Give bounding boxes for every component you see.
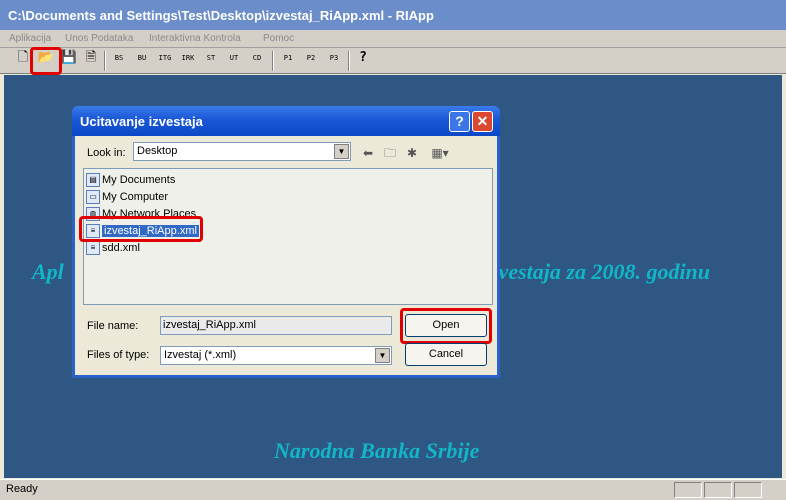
heading-left-fragment: Apl <box>32 259 64 284</box>
view-menu-icon[interactable]: ▦▾ <box>427 144 453 162</box>
menu-unos-podataka[interactable]: Unos Podataka <box>65 33 133 44</box>
status-pane <box>704 482 732 498</box>
my-documents-icon: ▤ <box>86 173 100 187</box>
file-name-text: My Computer <box>102 191 169 203</box>
new-folder-icon[interactable]: ✱ <box>403 144 421 162</box>
list-item[interactable]: ▤ My Documents <box>86 173 175 189</box>
status-text: Ready <box>6 483 38 495</box>
footer-bank-name: Narodna Banka Srbije <box>274 438 480 463</box>
dialog-help-button[interactable]: ? <box>449 111 470 132</box>
status-pane <box>674 482 702 498</box>
files-of-type-value: Izvestaj (*.xml) <box>164 349 237 361</box>
list-item[interactable]: ≡ sdd.xml <box>86 241 140 257</box>
dialog-close-button[interactable]: ✕ <box>472 111 493 132</box>
p1-check-icon[interactable]: P1 <box>279 51 297 71</box>
files-of-type-label: Files of type: <box>87 349 150 361</box>
cd-check-icon[interactable]: CD <box>248 51 266 71</box>
highlight-selected-file <box>79 216 203 242</box>
list-item[interactable]: ▭ My Computer <box>86 190 168 206</box>
save-disk-icon[interactable]: 💾 <box>60 51 78 71</box>
file-name-text: My Documents <box>102 174 176 186</box>
highlight-open-button <box>400 308 492 344</box>
file-name-label: File name: <box>87 320 139 332</box>
menu-pomoc[interactable]: Pomoc <box>263 33 294 44</box>
look-in-combo[interactable]: Desktop ▼ <box>133 142 351 161</box>
irk-check-icon[interactable]: IRK <box>179 51 197 71</box>
bu-check-icon[interactable]: BU <box>133 51 151 71</box>
app-window: C:\Documents and Settings\Test\Desktop\i… <box>0 0 786 500</box>
heading-right-fragment: zvestaja za 2008. godinu <box>490 259 711 284</box>
toolbar: 🗋 📂 💾 🗎 BS BU ITG IRK ST UT CD P1 P2 P3 … <box>0 48 786 74</box>
cancel-button[interactable]: Cancel <box>405 343 487 366</box>
title-bar[interactable]: C:\Documents and Settings\Test\Desktop\i… <box>0 0 786 30</box>
ut-check-icon[interactable]: UT <box>225 51 243 71</box>
window-title: C:\Documents and Settings\Test\Desktop\i… <box>8 8 434 23</box>
toolbar-separator <box>348 51 350 71</box>
bs-check-icon[interactable]: BS <box>110 51 128 71</box>
menu-interaktivna-kontrola[interactable]: Interaktivna Kontrola <box>149 33 241 44</box>
menu-aplikacija[interactable]: Aplikacija <box>9 33 51 44</box>
file-name-text: sdd.xml <box>102 242 140 254</box>
my-computer-icon: ▭ <box>86 190 100 204</box>
file-name-field[interactable]: izvestaj_RiApp.xml <box>160 316 392 335</box>
xml-file-icon: ≡ <box>86 241 100 255</box>
up-folder-icon[interactable]: 🗀 <box>381 144 399 162</box>
look-in-label: Look in: <box>87 147 126 159</box>
toolbar-separator <box>272 51 274 71</box>
look-in-value: Desktop <box>137 145 178 157</box>
help-question-icon[interactable]: ? <box>354 51 372 71</box>
st-check-icon[interactable]: ST <box>202 51 220 71</box>
chevron-down-icon[interactable]: ▼ <box>334 144 349 159</box>
dialog-title-bar[interactable]: Ucitavanje izvestaja ? ✕ <box>72 106 500 136</box>
itg-check-icon[interactable]: ITG <box>156 51 174 71</box>
files-of-type-combo[interactable]: Izvestaj (*.xml) ▼ <box>160 346 392 365</box>
menu-bar: Aplikacija Unos Podataka Interaktivna Ko… <box>0 30 786 48</box>
toolbar-separator <box>104 51 106 71</box>
dialog-title: Ucitavanje izvestaja <box>80 114 203 129</box>
chevron-down-icon[interactable]: ▼ <box>375 348 390 363</box>
p3-check-icon[interactable]: P3 <box>325 51 343 71</box>
p2-check-icon[interactable]: P2 <box>302 51 320 71</box>
highlight-open-folder <box>30 47 62 75</box>
back-arrow-icon[interactable]: ⬅ <box>359 144 377 162</box>
file-name-value: izvestaj_RiApp.xml <box>163 319 256 331</box>
status-pane <box>734 482 762 498</box>
document-icon[interactable]: 🗎 <box>82 51 100 71</box>
open-file-dialog: Ucitavanje izvestaja ? ✕ Look in: Deskto… <box>72 106 500 378</box>
status-bar: Ready <box>0 479 786 500</box>
